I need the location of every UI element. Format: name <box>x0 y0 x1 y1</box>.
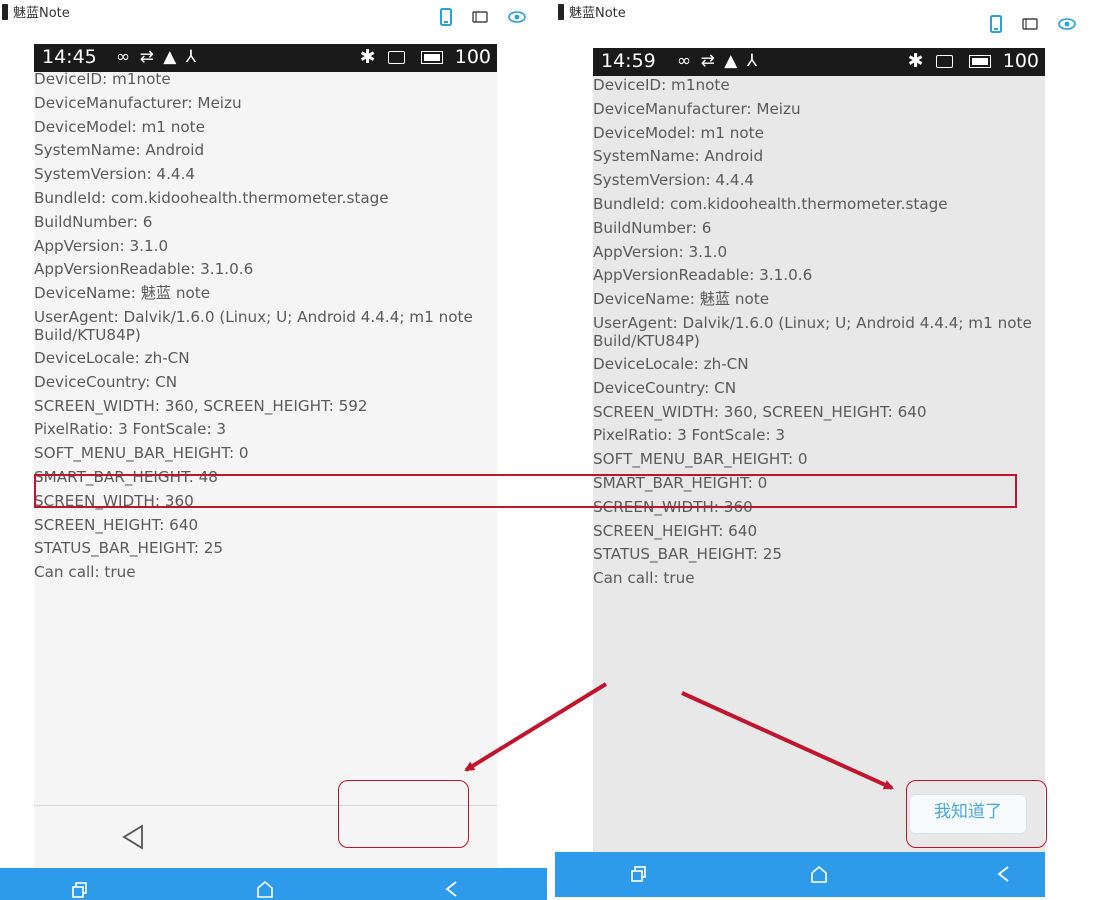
info-line: STATUS_BAR_HEIGHT: 25 <box>34 539 224 558</box>
info-line: Can call: true <box>593 569 695 588</box>
info-line: BuildNumber: 6 <box>593 218 712 237</box>
infinity-icon: ∞ <box>116 47 133 67</box>
info-line: STATUS_BAR_HEIGHT: 25 <box>593 545 783 564</box>
usb-icon: ⇄ <box>139 47 156 67</box>
info-line: SCREEN_WIDTH: 360, SCREEN_HEIGHT: 640 <box>593 402 927 421</box>
info-line: UserAgent: Dalvik/1.6.0 (Linux; U; Andro… <box>593 313 1032 350</box>
status-right-icons: ✱ 100 <box>360 46 491 68</box>
info-line: SCREEN_WIDTH: 360, SCREEN_HEIGHT: 592 <box>34 396 368 415</box>
device-icon <box>2 3 8 20</box>
home-icon[interactable] <box>256 880 274 898</box>
branch-icon: ⅄ <box>185 47 199 67</box>
battery-level: 100 <box>454 46 491 68</box>
window-title-text: 魅蓝Note <box>569 6 626 21</box>
status-right-icons: ✱ 100 <box>908 50 1039 72</box>
eye-icon[interactable] <box>1058 18 1076 30</box>
battery-level: 100 <box>1002 50 1039 72</box>
bottom-nav-bar <box>0 868 547 900</box>
toolbar-left <box>440 8 526 26</box>
battery-icon <box>968 55 991 68</box>
info-line: PixelRatio: 3 FontScale: 3 <box>34 420 227 439</box>
info-list: DeviceID: m1note DeviceManufacturer: Meiz… <box>593 76 1045 591</box>
info-line: DeviceModel: m1 note <box>34 117 205 136</box>
info-line: SOFT_MENU_BAR_HEIGHT: 0 <box>593 450 808 469</box>
info-line: BuildNumber: 6 <box>34 212 153 231</box>
infinity-icon: ∞ <box>677 51 694 71</box>
info-line: AppVersion: 3.1.0 <box>34 236 169 255</box>
warning-icon: ▲ <box>724 51 740 71</box>
toolbar-right <box>990 15 1076 33</box>
info-line: DeviceName: 魅蓝 note <box>593 290 770 309</box>
window-title-text: 魅蓝Note <box>13 6 70 21</box>
info-line: AppVersionReadable: 3.1.0.6 <box>34 260 254 279</box>
recent-apps-icon[interactable] <box>631 866 647 882</box>
left-device-panel: 魅蓝Note 14:45 ∞ ⇄ ▲ ⅄ ✱ 100 DeviceID: m1n… <box>0 0 547 900</box>
status-bar: 14:59 ∞ ⇄ ▲ ⅄ ✱ 100 <box>593 48 1045 76</box>
bluetooth-icon: ✱ <box>907 50 924 72</box>
highlight-got-it-button <box>906 780 1047 848</box>
back-triangle-icon[interactable] <box>122 824 144 850</box>
back-icon[interactable] <box>996 865 1010 883</box>
phone-icon[interactable] <box>440 8 452 26</box>
status-time: 14:59 <box>601 50 656 72</box>
info-content: DeviceID: m1note DeviceManufacturer: Meiz… <box>34 72 497 805</box>
back-icon[interactable] <box>444 880 458 898</box>
highlight-empty-area <box>338 780 469 848</box>
bottom-nav-bar <box>555 852 1045 897</box>
usb-icon: ⇄ <box>700 51 717 71</box>
info-line: DeviceName: 魅蓝 note <box>34 284 211 303</box>
status-bar: 14:45 ∞ ⇄ ▲ ⅄ ✱ 100 <box>34 44 497 72</box>
info-line: AppVersion: 3.1.0 <box>593 242 728 261</box>
info-line: DeviceCountry: CN <box>593 378 737 397</box>
info-line: SCREEN_HEIGHT: 640 <box>34 515 199 534</box>
phone-icon[interactable] <box>990 15 1002 33</box>
info-line: PixelRatio: 3 FontScale: 3 <box>593 426 786 445</box>
screen-icon <box>387 51 405 64</box>
info-line: DeviceLocale: zh-CN <box>34 348 190 367</box>
info-line: SOFT_MENU_BAR_HEIGHT: 0 <box>34 444 249 463</box>
info-line: Can call: true <box>34 563 136 582</box>
info-line: SystemName: Android <box>34 141 205 160</box>
info-content: DeviceID: m1note DeviceManufacturer: Meiz… <box>593 76 1045 852</box>
info-line: SystemVersion: 4.4.4 <box>593 171 755 190</box>
tablet-icon[interactable] <box>472 11 488 23</box>
info-line: BundleId: com.kidoohealth.thermometer.st… <box>593 194 948 213</box>
status-time: 14:45 <box>42 46 97 68</box>
tablet-icon[interactable] <box>1022 18 1038 30</box>
device-icon <box>558 3 564 20</box>
eye-icon[interactable] <box>508 11 526 23</box>
bluetooth-icon: ✱ <box>359 46 376 68</box>
info-line: SystemVersion: 4.4.4 <box>34 165 196 184</box>
right-device-panel: 魅蓝Note 14:59 ∞ ⇄ ▲ ⅄ ✱ 100 DeviceID: m1n… <box>550 0 1095 900</box>
warning-icon: ▲ <box>163 47 179 67</box>
info-line: SCREEN_HEIGHT: 640 <box>593 521 758 540</box>
status-left-icons: ∞ ⇄ ▲ ⅄ <box>677 51 759 71</box>
status-left-icons: ∞ ⇄ ▲ ⅄ <box>116 47 198 67</box>
recent-apps-icon[interactable] <box>72 882 88 898</box>
branch-icon: ⅄ <box>746 51 760 71</box>
info-line: DeviceID: m1note <box>34 72 171 88</box>
info-line: UserAgent: Dalvik/1.6.0 (Linux; U; Andro… <box>34 307 473 344</box>
info-line: AppVersionReadable: 3.1.0.6 <box>593 266 813 285</box>
battery-icon <box>420 51 443 64</box>
info-line: DeviceManufacturer: Meizu <box>593 99 801 118</box>
screen-icon <box>935 55 953 68</box>
window-title-left: 魅蓝Note <box>2 2 70 21</box>
info-line: DeviceModel: m1 note <box>593 123 764 142</box>
highlight-smart-bar-rows <box>34 474 1017 508</box>
window-title-right: 魅蓝Note <box>558 2 626 21</box>
info-line: DeviceID: m1note <box>593 76 730 94</box>
info-line: DeviceManufacturer: Meizu <box>34 93 242 112</box>
info-line: BundleId: com.kidoohealth.thermometer.st… <box>34 188 389 207</box>
info-line: DeviceCountry: CN <box>34 372 178 391</box>
home-icon[interactable] <box>810 865 828 883</box>
info-line: SystemName: Android <box>593 147 764 166</box>
info-line: DeviceLocale: zh-CN <box>593 354 749 373</box>
